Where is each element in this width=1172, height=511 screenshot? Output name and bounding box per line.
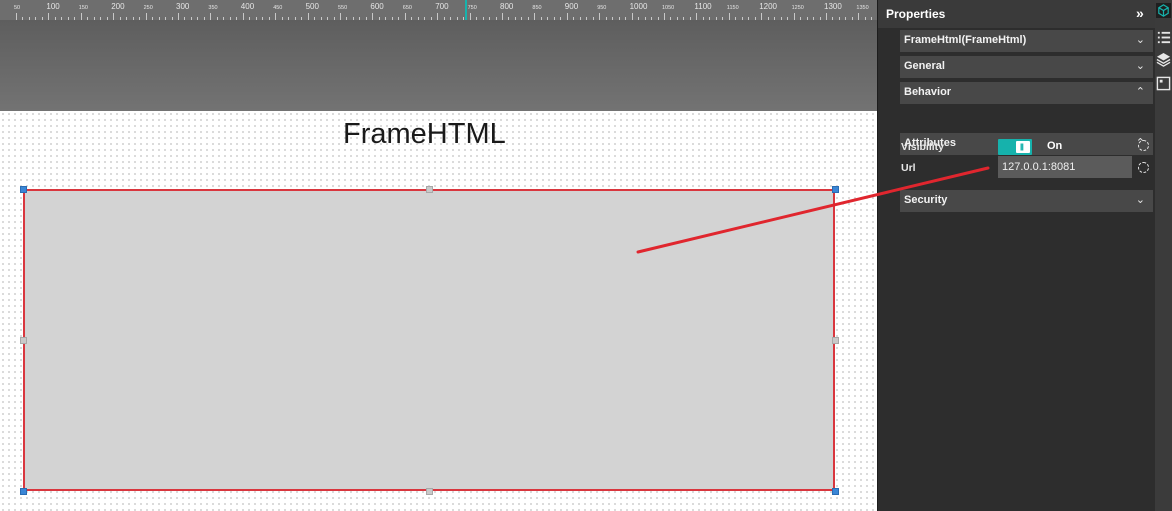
ruler-tick [48, 13, 50, 20]
visibility-toggle[interactable]: ||| [998, 139, 1032, 155]
ruler-tick [372, 13, 374, 20]
binding-icon[interactable] [1138, 162, 1149, 173]
list-tree-icon[interactable] [1156, 30, 1171, 45]
component-select-value: FrameHtml(FrameHtml) [904, 34, 1027, 46]
frame-html-component[interactable] [23, 189, 835, 491]
component-cube-icon[interactable] [1156, 3, 1171, 18]
ruler-label: 1150 [726, 5, 739, 11]
resize-handle-top-left[interactable] [20, 186, 27, 193]
toggle-knob: ||| [1016, 141, 1030, 153]
section-security-label: Security [904, 194, 948, 206]
ruler-tick [502, 13, 503, 20]
chevron-down-icon: ⌄ [1135, 60, 1145, 72]
ruler-label: 700 [435, 2, 449, 11]
ruler-tick [696, 13, 698, 20]
section-security[interactable]: Security ⌄ [900, 190, 1153, 212]
right-toolbar [1155, 0, 1172, 511]
ruler-label: 1000 [629, 2, 648, 11]
resize-handle-bottom-middle[interactable] [426, 488, 433, 495]
ruler-position-marker [465, 0, 467, 20]
ruler-tick [242, 13, 244, 20]
ruler-tick [80, 13, 82, 20]
ruler-tick [113, 13, 115, 20]
ruler-label: 1300 [824, 2, 842, 11]
ruler-label: 1200 [759, 2, 777, 11]
visibility-label: Visibility [901, 141, 944, 153]
ruler-label: 900 [564, 2, 579, 11]
ruler-tick [16, 13, 17, 20]
ruler-tick [761, 13, 763, 20]
ruler-label: 150 [78, 5, 88, 11]
url-input[interactable] [998, 156, 1132, 178]
section-behavior[interactable]: Behavior ⌃ [900, 82, 1153, 104]
ruler-tick [728, 13, 730, 20]
ruler-tick [145, 13, 147, 20]
ruler-tick [307, 13, 309, 20]
layers-icon[interactable] [1156, 52, 1171, 67]
ruler-tick [631, 13, 633, 20]
ruler-label: 1350 [856, 5, 869, 11]
canvas-top-margin [0, 20, 877, 111]
resize-handle-middle-left[interactable] [20, 337, 27, 344]
resize-handle-middle-right[interactable] [832, 337, 839, 344]
resize-handle-top-right[interactable] [832, 186, 839, 193]
ruler-label: 1050 [662, 5, 675, 11]
component-select[interactable]: FrameHtml(FrameHtml) ⌄ [900, 30, 1153, 52]
ruler-tick [599, 13, 601, 20]
resize-handle-bottom-right[interactable] [832, 488, 839, 495]
ruler-tick [793, 13, 795, 20]
ruler-label: 300 [176, 2, 190, 11]
ruler-tick [566, 13, 568, 20]
resize-handle-bottom-left[interactable] [20, 488, 27, 495]
frame-preview-icon[interactable] [1156, 76, 1171, 91]
ruler-label: 850 [532, 5, 542, 11]
panel-title: Properties [886, 7, 946, 21]
ruler-tick [469, 13, 471, 20]
visibility-state: On [1047, 140, 1063, 152]
ruler-tick [826, 13, 827, 20]
ruler-label: 950 [597, 5, 607, 11]
ruler-label: 50 [14, 5, 21, 11]
ruler-tick [210, 13, 212, 20]
ruler-label: 550 [338, 5, 348, 11]
resize-handle-top-middle[interactable] [426, 186, 433, 193]
ruler-label: 400 [240, 2, 255, 11]
ruler-label: 350 [208, 5, 218, 11]
ruler-label: 1250 [791, 5, 804, 11]
ruler-label: 800 [500, 2, 514, 11]
ruler-tick [178, 13, 179, 20]
ruler-tick [534, 13, 536, 20]
ruler-tick [275, 13, 277, 20]
ruler-tick [858, 13, 860, 20]
chevron-up-icon: ⌃ [1135, 86, 1145, 98]
section-general[interactable]: General ⌄ [900, 56, 1153, 78]
double-chevron-right-icon[interactable]: » [1136, 6, 1144, 20]
ruler-label: 200 [111, 2, 125, 11]
properties-panel: Properties » FrameHtml(FrameHtml) ⌄ Gene… [878, 0, 1155, 511]
binding-icon[interactable] [1138, 140, 1149, 151]
section-behavior-label: Behavior [904, 86, 952, 98]
horizontal-ruler: 50 100 150 200 250 300 350 400 450 500 550 600 650 70… [0, 0, 877, 21]
url-label: Url [901, 162, 916, 174]
ruler-label: 600 [370, 2, 384, 11]
ruler-label: 650 [402, 5, 412, 11]
panel-header: Properties » [878, 0, 1155, 28]
ruler-tick [404, 13, 406, 20]
ruler-label: 100 [46, 2, 60, 11]
ruler-tick [664, 13, 665, 20]
chevron-down-icon: ⌄ [1135, 194, 1145, 206]
ruler-label: 1100 [694, 2, 712, 11]
section-general-label: General [904, 60, 945, 72]
chevron-down-icon: ⌄ [1135, 34, 1145, 46]
frame-title-label[interactable]: FrameHTML [343, 118, 506, 151]
ruler-label: 750 [467, 5, 477, 11]
ruler-label: 500 [305, 2, 319, 11]
ruler-label: 450 [273, 5, 283, 11]
ruler-tick [437, 13, 439, 20]
ruler-tick [340, 13, 341, 20]
ruler-label: 250 [143, 5, 153, 11]
